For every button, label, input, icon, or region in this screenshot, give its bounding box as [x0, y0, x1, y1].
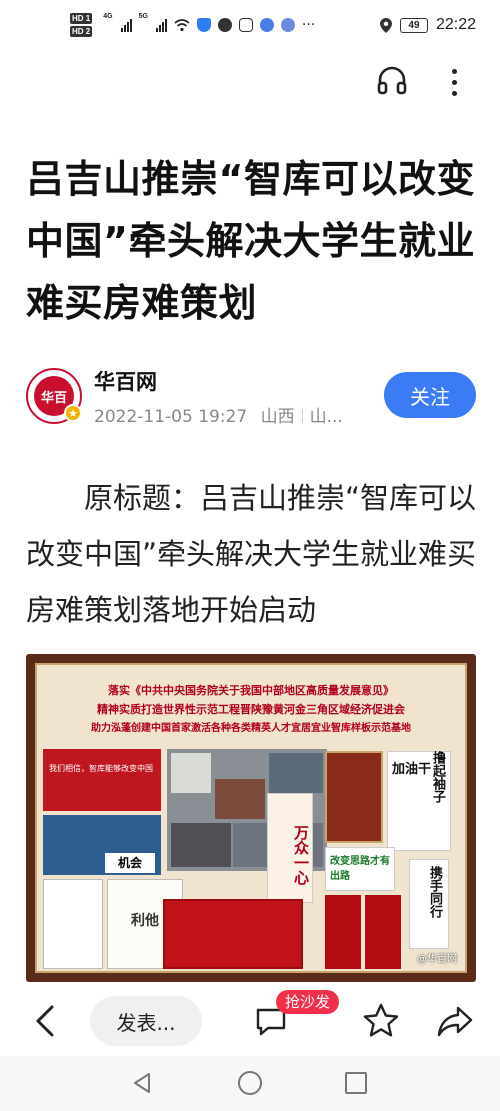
image-scroll-right [365, 895, 401, 969]
image-photo-a [171, 753, 211, 793]
article-image[interactable]: 落实《中共中央国务院关于我国中部地区高质量发展意见》 精神实质打造世界性示范工程… [26, 654, 476, 982]
image-panel-opportunity: 机会 [105, 853, 155, 873]
image-headline: 落实《中共中央国务院关于我国中部地区高质量发展意见》 精神实质打造世界性示范工程… [43, 681, 459, 738]
image-line2: 精神实质打造世界性示范工程晋陕豫黄河金三角区域经济促进会 [97, 703, 405, 716]
nav-back-icon[interactable] [130, 1071, 154, 1095]
image-photo-b [215, 779, 265, 819]
top-action-bar [0, 58, 500, 106]
music-icon [280, 18, 295, 32]
battery-icon: 49 [399, 17, 428, 33]
image-scroll-left [325, 895, 361, 969]
hd-indicators: HD 1 HD 2 [70, 13, 93, 37]
author-meta: 2022-11-05 19:27 山西 山... [94, 402, 343, 427]
publish-date: 2022-11-05 19:27 [94, 407, 248, 427]
net1-label: 4G [103, 13, 113, 20]
back-arrow-icon[interactable] [30, 1004, 60, 1038]
image-line3: 助力泓蓬创建中国首家激活各种各类精英人才宜居宜业智库样板示范基地 [91, 723, 411, 734]
image-panel-red: 我们相信，智库能够改变中国 [43, 749, 161, 811]
article-body: 原标题：吕吉山推崇“智库可以改变中国”牵头解决大学生就业难买房难策划落地开始启动 [26, 481, 477, 627]
image-line1: 落实《中共中央国务院关于我国中部地区高质量发展意见》 [108, 684, 394, 697]
follow-button[interactable]: 关注 [384, 372, 476, 418]
image-calligraphy-xieshou: 携手同行 [409, 859, 449, 949]
nav-recent-icon[interactable] [345, 1072, 367, 1094]
more-options-icon[interactable] [440, 62, 468, 102]
status-right: 49 22:22 [379, 16, 476, 34]
location-icon [379, 17, 392, 33]
image-calligraphy-wanzhong: 万众一心 [267, 793, 313, 903]
wifi-icon [174, 19, 190, 32]
wechat-icon [217, 18, 232, 32]
status-left: HD 1 HD 2 4G 5G ··· [70, 13, 315, 37]
status-more: ··· [301, 17, 316, 33]
image-panel-doc [43, 879, 103, 969]
headphone-icon[interactable] [375, 64, 409, 98]
comment-input[interactable]: 发表... [90, 996, 202, 1046]
author-extra: 山... [309, 407, 343, 427]
globe-icon [259, 18, 274, 32]
image-collage: 我们相信，智库能够改变中国 机会 利他 万众一心 加油干 撸起袖子 改变思路才有… [43, 749, 459, 969]
article-title: 吕吉山推崇“智库可以改变中国”牵头解决大学生就业难买房难策划 [26, 157, 475, 325]
hd2-badge: HD 2 [70, 26, 93, 37]
shield-icon [196, 18, 211, 32]
share-icon[interactable] [436, 1002, 474, 1040]
image-watermark: @华百网 [417, 954, 457, 965]
publish-location: 山西 [260, 407, 295, 427]
image-photo-d [171, 823, 231, 867]
image-calligraphy-xiuzi: 撸起袖子 [430, 751, 445, 803]
image-red-plaque [163, 899, 303, 969]
hd1-badge: HD 1 [70, 13, 93, 24]
bottom-comment-bar: 发表... 抢沙发 [0, 990, 500, 1052]
image-calligraphy-silu: 改变思路才有出路 [325, 847, 395, 891]
signal-icon [120, 18, 132, 32]
system-nav-bar [0, 1056, 500, 1111]
author-row: 华百 ★ 华百网 2022-11-05 19:27 山西 山... 关注 [26, 364, 486, 434]
image-display-board [325, 751, 383, 843]
image-board: 落实《中共中央国务院关于我国中部地区高质量发展意见》 精神实质打造世界性示范工程… [35, 663, 467, 973]
net2-label: 5G [138, 13, 148, 20]
status-bar: HD 1 HD 2 4G 5G ··· 49 22:22 [0, 0, 500, 50]
image-photo-c [269, 753, 323, 793]
sofa-badge[interactable]: 抢沙发 [276, 990, 340, 1014]
signal-icon [155, 18, 167, 32]
nav-home-icon[interactable] [238, 1071, 262, 1095]
app-icon [238, 18, 253, 32]
status-time: 22:22 [435, 16, 476, 33]
author-name[interactable]: 华百网 [94, 366, 157, 396]
verified-badge-icon: ★ [64, 404, 82, 422]
favorite-star-icon[interactable] [362, 1002, 400, 1040]
